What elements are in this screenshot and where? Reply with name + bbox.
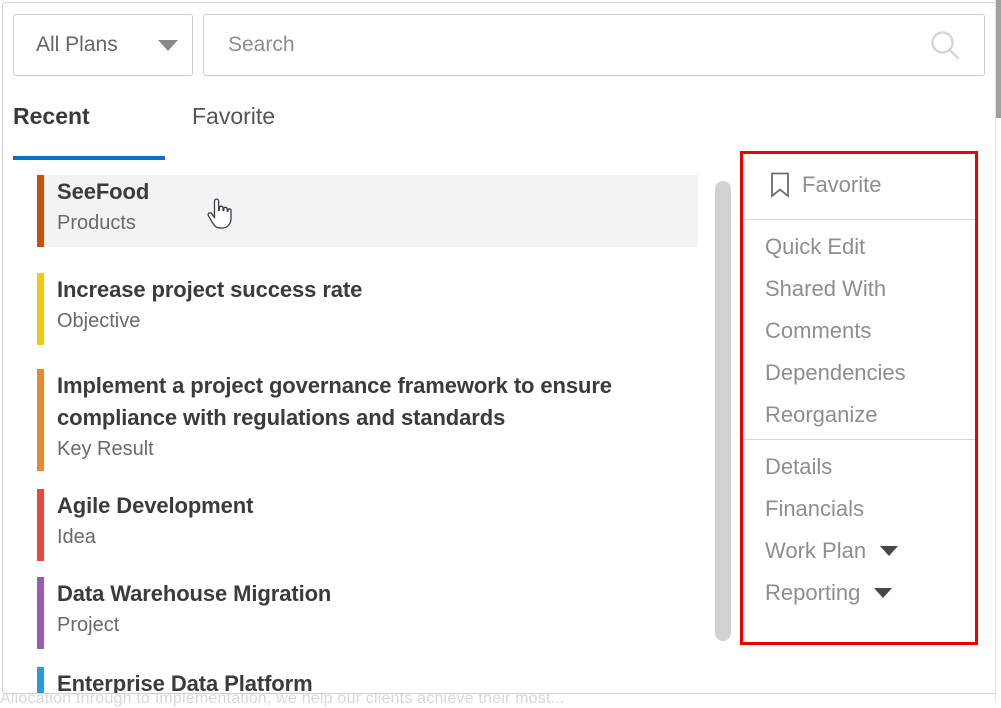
list-item-type: Project bbox=[57, 614, 120, 636]
plan-picker-window: All Plans Recent Favorite SeeFood Produc… bbox=[2, 2, 997, 694]
list-item-title: Increase project success rate bbox=[57, 277, 363, 302]
list-item[interactable]: Data Warehouse Migration Project bbox=[37, 577, 698, 649]
menu-item-reorganize[interactable]: Reorganize bbox=[743, 394, 975, 436]
menu-item-label: Dependencies bbox=[765, 360, 906, 385]
menu-item-label: Work Plan bbox=[765, 538, 867, 563]
list-item[interactable]: Implement a project governance framework… bbox=[37, 369, 698, 471]
menu-item-work-plan[interactable]: Work Plan bbox=[743, 530, 975, 572]
chevron-down-icon[interactable] bbox=[874, 588, 893, 598]
plan-filter-dropdown[interactable]: All Plans bbox=[13, 14, 193, 76]
chevron-down-icon[interactable] bbox=[880, 546, 899, 556]
tab-favorite[interactable]: Favorite bbox=[192, 103, 275, 148]
page-scrollbar-thumb[interactable] bbox=[996, 0, 1001, 118]
item-color-bar bbox=[37, 273, 44, 345]
menu-item-label: Comments bbox=[765, 318, 872, 343]
menu-item-comments[interactable]: Comments bbox=[743, 310, 975, 352]
menu-item-label: Quick Edit bbox=[765, 234, 866, 259]
item-color-bar bbox=[37, 577, 44, 649]
list-item-title: SeeFood bbox=[57, 179, 150, 204]
search-icon[interactable] bbox=[928, 28, 962, 62]
list-item-title: Enterprise Data Platform bbox=[57, 671, 313, 694]
list-item-type: Products bbox=[57, 212, 136, 234]
menu-item-quick-edit[interactable]: Quick Edit bbox=[743, 226, 975, 268]
tab-active-indicator bbox=[13, 156, 165, 160]
menu-item-label: Favorite bbox=[802, 172, 882, 197]
action-menu-inner: Favorite Quick Edit Shared With Comments… bbox=[743, 154, 975, 642]
item-color-bar bbox=[37, 175, 44, 247]
list-item[interactable]: Enterprise Data Platform bbox=[37, 667, 698, 694]
menu-item-financials[interactable]: Financials bbox=[743, 488, 975, 530]
bookmark-icon bbox=[769, 172, 791, 198]
menu-item-reporting[interactable]: Reporting bbox=[743, 572, 975, 614]
menu-item-label: Shared With bbox=[765, 276, 887, 301]
list-item-type: Idea bbox=[57, 526, 96, 548]
list-item-title: Implement a project governance framework… bbox=[57, 373, 612, 430]
chevron-down-icon bbox=[158, 39, 178, 51]
list-item-type: Key Result bbox=[57, 438, 154, 460]
menu-item-favorite[interactable]: Favorite bbox=[743, 154, 975, 216]
menu-divider bbox=[743, 219, 975, 220]
list-item[interactable]: Agile Development Idea bbox=[37, 489, 698, 561]
menu-item-dependencies[interactable]: Dependencies bbox=[743, 352, 975, 394]
menu-item-details[interactable]: Details bbox=[743, 446, 975, 488]
item-color-bar bbox=[37, 667, 44, 693]
list-item-type: Objective bbox=[57, 310, 141, 332]
list-item-title: Data Warehouse Migration bbox=[57, 581, 332, 606]
menu-item-label: Reporting bbox=[765, 580, 861, 605]
menu-item-label: Details bbox=[765, 454, 833, 479]
page-scrollbar[interactable] bbox=[995, 0, 1001, 702]
menu-item-label: Financials bbox=[765, 496, 865, 521]
menu-item-shared-with[interactable]: Shared With bbox=[743, 268, 975, 310]
list-item[interactable]: Increase project success rate Objective bbox=[37, 273, 698, 345]
action-menu: Favorite Quick Edit Shared With Comments… bbox=[740, 151, 978, 645]
menu-divider bbox=[743, 439, 975, 440]
item-color-bar bbox=[37, 369, 44, 471]
list-item[interactable]: SeeFood Products bbox=[37, 175, 698, 247]
tab-recent[interactable]: Recent bbox=[13, 103, 90, 148]
list-item-title: Agile Development bbox=[57, 493, 254, 518]
list-scrollbar-thumb[interactable] bbox=[715, 181, 731, 641]
plan-filter-label: All Plans bbox=[36, 33, 118, 56]
list-scrollbar[interactable] bbox=[715, 181, 731, 641]
item-color-bar bbox=[37, 489, 44, 561]
menu-item-label: Reorganize bbox=[765, 402, 878, 427]
search-input[interactable] bbox=[226, 32, 920, 58]
toolbar: All Plans bbox=[3, 3, 996, 91]
search-box[interactable] bbox=[203, 14, 985, 76]
